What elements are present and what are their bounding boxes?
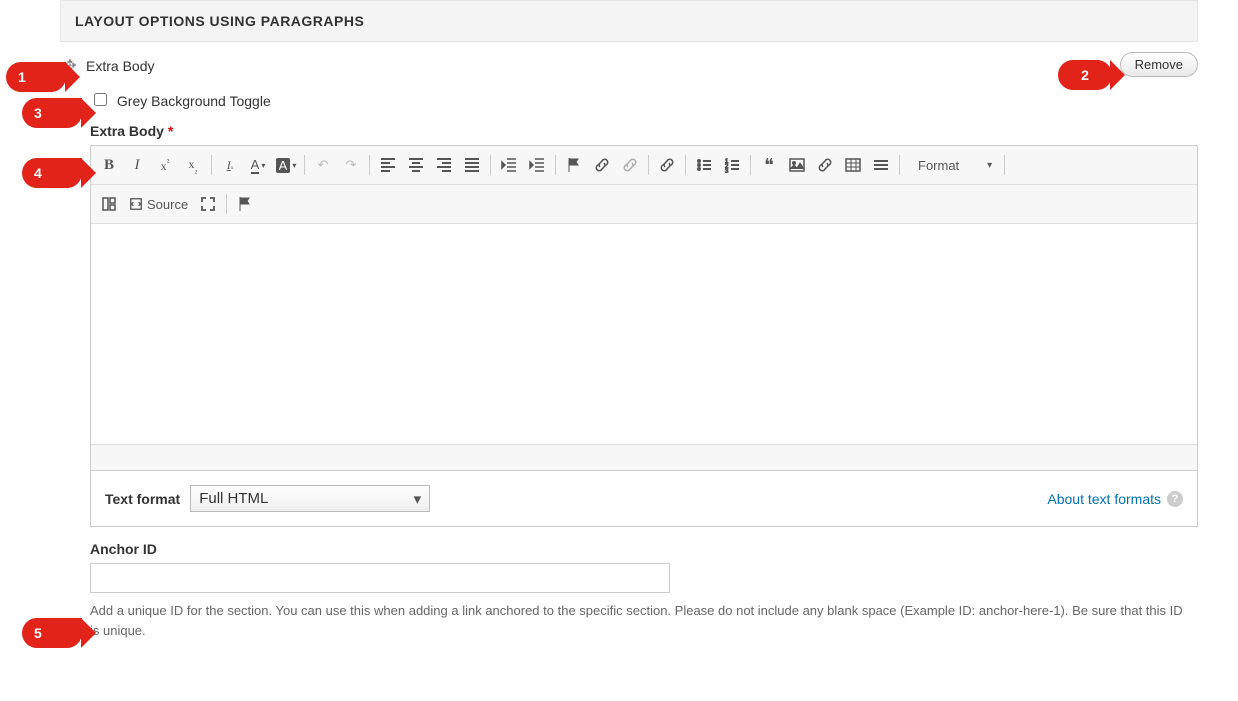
- text-format-select[interactable]: Full HTML: [190, 485, 430, 512]
- extra-body-label: Extra Body *: [90, 123, 1198, 139]
- grey-background-field: Grey Background Toggle: [90, 90, 1198, 109]
- editor-toolbar-row1: B I x² x₂ Iₓ A▾ A▾ ↶ ↷: [91, 146, 1197, 185]
- separator: [685, 155, 686, 175]
- separator: [226, 194, 227, 214]
- wysiwyg-editor: B I x² x₂ Iₓ A▾ A▾ ↶ ↷: [90, 145, 1198, 471]
- separator: [1004, 155, 1005, 175]
- svg-text:3: 3: [725, 169, 729, 173]
- separator: [555, 155, 556, 175]
- editor-footer: [91, 444, 1197, 470]
- subscript-icon[interactable]: x₂: [179, 152, 207, 178]
- paragraph-header-row: ✥ Extra Body Remove: [60, 42, 1198, 76]
- undo-icon[interactable]: ↶: [309, 152, 337, 178]
- annotation-marker-5: 5: [22, 618, 82, 648]
- flag2-icon[interactable]: [231, 191, 259, 217]
- editor-toolbar-row2: Source: [91, 185, 1197, 224]
- align-justify-icon[interactable]: [458, 152, 486, 178]
- annotation-marker-4: 4: [22, 158, 82, 188]
- indent-icon[interactable]: [523, 152, 551, 178]
- source-button[interactable]: Source: [123, 194, 194, 215]
- remove-format-icon[interactable]: Iₓ: [216, 152, 244, 178]
- annotation-marker-2: 2: [1058, 60, 1112, 90]
- about-text-formats-text: About text formats: [1047, 491, 1161, 507]
- format-dropdown[interactable]: Format ▾: [910, 155, 1000, 176]
- media-link-icon[interactable]: [811, 152, 839, 178]
- superscript-icon[interactable]: x²: [151, 152, 179, 178]
- chevron-down-icon: ▾: [987, 160, 992, 171]
- redo-icon[interactable]: ↷: [337, 152, 365, 178]
- background-color-icon[interactable]: A▾: [272, 152, 300, 178]
- remove-button[interactable]: Remove: [1120, 52, 1198, 77]
- outdent-icon[interactable]: [495, 152, 523, 178]
- about-text-formats-link[interactable]: About text formats ?: [1047, 491, 1183, 507]
- format-dropdown-label: Format: [918, 158, 959, 173]
- extra-body-field: Extra Body * B I x² x₂ Iₓ A▾ A▾ ↶ ↷: [90, 123, 1198, 527]
- blockquote-icon[interactable]: ❝: [755, 152, 783, 178]
- maximize-icon[interactable]: [194, 191, 222, 217]
- numbered-list-icon[interactable]: 123: [718, 152, 746, 178]
- extra-body-label-text: Extra Body: [90, 123, 164, 139]
- help-icon: ?: [1167, 491, 1183, 507]
- source-label: Source: [147, 197, 188, 212]
- grey-background-label[interactable]: Grey Background Toggle: [90, 93, 271, 109]
- templates-icon[interactable]: [95, 191, 123, 217]
- italic-icon[interactable]: I: [123, 152, 151, 178]
- anchor-id-description: Add a unique ID for the section. You can…: [90, 601, 1190, 640]
- text-format-selected: Full HTML: [199, 490, 268, 507]
- anchor-id-label: Anchor ID: [90, 541, 1198, 557]
- anchor-id-field: Anchor ID Add a unique ID for the sectio…: [90, 541, 1198, 640]
- anchor-id-input[interactable]: [90, 563, 670, 593]
- link-icon[interactable]: [588, 152, 616, 178]
- separator: [211, 155, 212, 175]
- grey-background-text: Grey Background Toggle: [117, 93, 271, 109]
- separator: [369, 155, 370, 175]
- section-header: LAYOUT OPTIONS USING PARAGRAPHS: [60, 0, 1198, 42]
- required-asterisk: *: [168, 123, 173, 139]
- bold-icon[interactable]: B: [95, 152, 123, 178]
- separator: [899, 155, 900, 175]
- text-format-label: Text format: [105, 491, 180, 507]
- source-icon: [129, 197, 143, 211]
- flag-icon[interactable]: [560, 152, 588, 178]
- align-left-icon[interactable]: [374, 152, 402, 178]
- align-center-icon[interactable]: [402, 152, 430, 178]
- separator: [648, 155, 649, 175]
- horizontal-rule-icon[interactable]: [867, 152, 895, 178]
- anchor-icon[interactable]: [653, 152, 681, 178]
- image-icon[interactable]: [783, 152, 811, 178]
- align-right-icon[interactable]: [430, 152, 458, 178]
- paragraph-type-label: Extra Body: [86, 58, 154, 74]
- separator: [490, 155, 491, 175]
- separator: [750, 155, 751, 175]
- unlink-icon[interactable]: [616, 152, 644, 178]
- text-color-icon[interactable]: A▾: [244, 152, 272, 178]
- annotation-marker-3: 3: [22, 98, 82, 128]
- annotation-marker-1: 1: [6, 62, 66, 92]
- section-title: LAYOUT OPTIONS USING PARAGRAPHS: [75, 13, 1183, 29]
- table-icon[interactable]: [839, 152, 867, 178]
- separator: [304, 155, 305, 175]
- bullet-list-icon[interactable]: [690, 152, 718, 178]
- editor-content-area[interactable]: [91, 224, 1197, 444]
- text-format-row: Text format Full HTML About text formats…: [90, 471, 1198, 527]
